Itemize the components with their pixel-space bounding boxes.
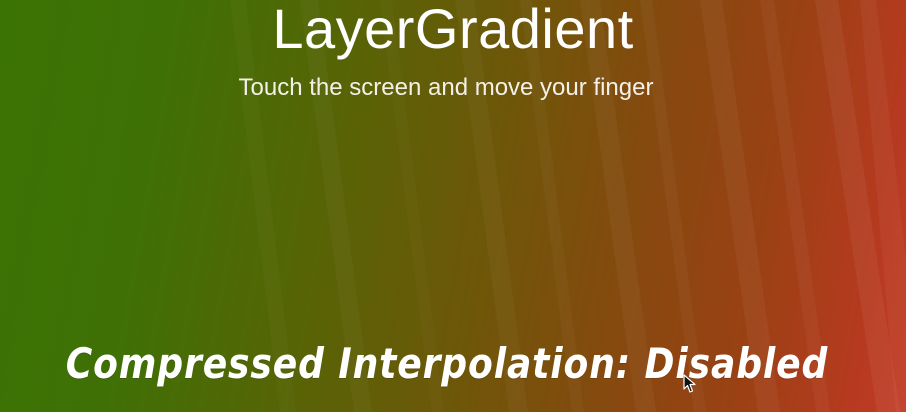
gradient-touch-canvas[interactable]: LayerGradient Touch the screen and move … (0, 0, 906, 412)
mouse-pointer-icon (683, 374, 696, 393)
touch-instruction: Touch the screen and move your finger (238, 74, 654, 101)
interpolation-status: Compressed Interpolation: Disabled (65, 339, 829, 388)
app-title: LayerGradient (272, 0, 634, 60)
